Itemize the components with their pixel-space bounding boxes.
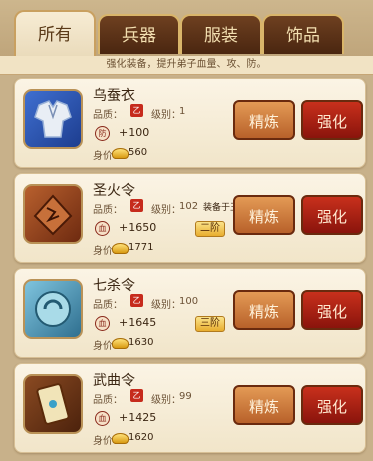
item-name: 圣火令 [93, 183, 135, 199]
equipment-card: 七杀令 品质： 乙 级别： 100 血 +1645 三阶 身价： 1630 精炼… [14, 268, 366, 358]
quality-seal: 乙 [130, 199, 143, 212]
equipment-card: 武曲令 品质： 乙 级别： 99 血 +1425 身价： 1620 精炼 强化 [14, 363, 366, 453]
level-value: 99 [179, 391, 192, 402]
quality-label: 品质： [93, 300, 123, 311]
level-label: 级别： [151, 300, 181, 311]
tab-bar: 所有 兵器 服装 饰品 [0, 0, 373, 56]
enhance-button[interactable]: 强化 [301, 290, 363, 330]
quality-seal: 乙 [130, 104, 143, 117]
refine-button[interactable]: 精炼 [233, 100, 295, 140]
item-name: 武曲令 [93, 373, 135, 389]
armor-icon [23, 89, 83, 149]
equipment-card: 乌蚕衣 品质： 乙 级别： 1 防 +100 身价： 560 精炼 强化 [14, 78, 366, 168]
enhance-button[interactable]: 强化 [301, 385, 363, 425]
price-value: 1630 [128, 337, 154, 348]
gold-ingot-icon [112, 148, 129, 159]
tab-weapons[interactable]: 兵器 [98, 14, 180, 54]
refine-button[interactable]: 精炼 [233, 290, 295, 330]
defense-icon: 防 [95, 126, 110, 141]
plaque-icon [23, 374, 83, 434]
stat-bonus: +1650 [119, 221, 157, 234]
price-value: 560 [128, 147, 148, 158]
level-label: 级别： [151, 110, 181, 121]
quality-label: 品质： [93, 110, 123, 121]
enhance-button[interactable]: 强化 [301, 195, 363, 235]
level-label: 级别： [151, 205, 181, 216]
health-icon: 血 [95, 316, 110, 331]
gold-ingot-icon [112, 433, 129, 444]
item-name: 七杀令 [93, 278, 135, 294]
gold-ingot-icon [112, 243, 129, 254]
item-name: 乌蚕衣 [93, 88, 135, 104]
token-icon [23, 184, 83, 244]
quality-seal: 乙 [130, 389, 143, 402]
equipment-list: 乌蚕衣 品质： 乙 级别： 1 防 +100 身价： 560 精炼 强化 圣火令… [0, 76, 373, 461]
enhance-button[interactable]: 强化 [301, 100, 363, 140]
level-value: 100 [179, 296, 199, 307]
stat-bonus: +100 [119, 126, 150, 139]
equipment-card: 圣火令 装备于王重阳 品质： 乙 级别： 102 血 +1650 二阶 身价： … [14, 173, 366, 263]
stage-badge: 三阶 [195, 316, 225, 332]
jade-icon [23, 279, 83, 339]
level-value: 1 [179, 106, 186, 117]
refine-button[interactable]: 精炼 [233, 385, 295, 425]
stat-bonus: +1425 [119, 411, 157, 424]
tab-accessories[interactable]: 饰品 [262, 14, 344, 54]
health-icon: 血 [95, 221, 110, 236]
tab-clothing[interactable]: 服装 [180, 14, 262, 54]
price-value: 1771 [128, 242, 154, 253]
stage-badge: 二阶 [195, 221, 225, 237]
refine-button[interactable]: 精炼 [233, 195, 295, 235]
tab-all[interactable]: 所有 [14, 10, 96, 56]
subtitle: 强化装备，提升弟子血量、攻、防。 [0, 56, 373, 75]
stat-bonus: +1645 [119, 316, 157, 329]
quality-label: 品质： [93, 395, 123, 406]
quality-seal: 乙 [130, 294, 143, 307]
level-value: 102 [179, 201, 199, 212]
gold-ingot-icon [112, 338, 129, 349]
health-icon: 血 [95, 411, 110, 426]
level-label: 级别： [151, 395, 181, 406]
price-value: 1620 [128, 432, 154, 443]
quality-label: 品质： [93, 205, 123, 216]
